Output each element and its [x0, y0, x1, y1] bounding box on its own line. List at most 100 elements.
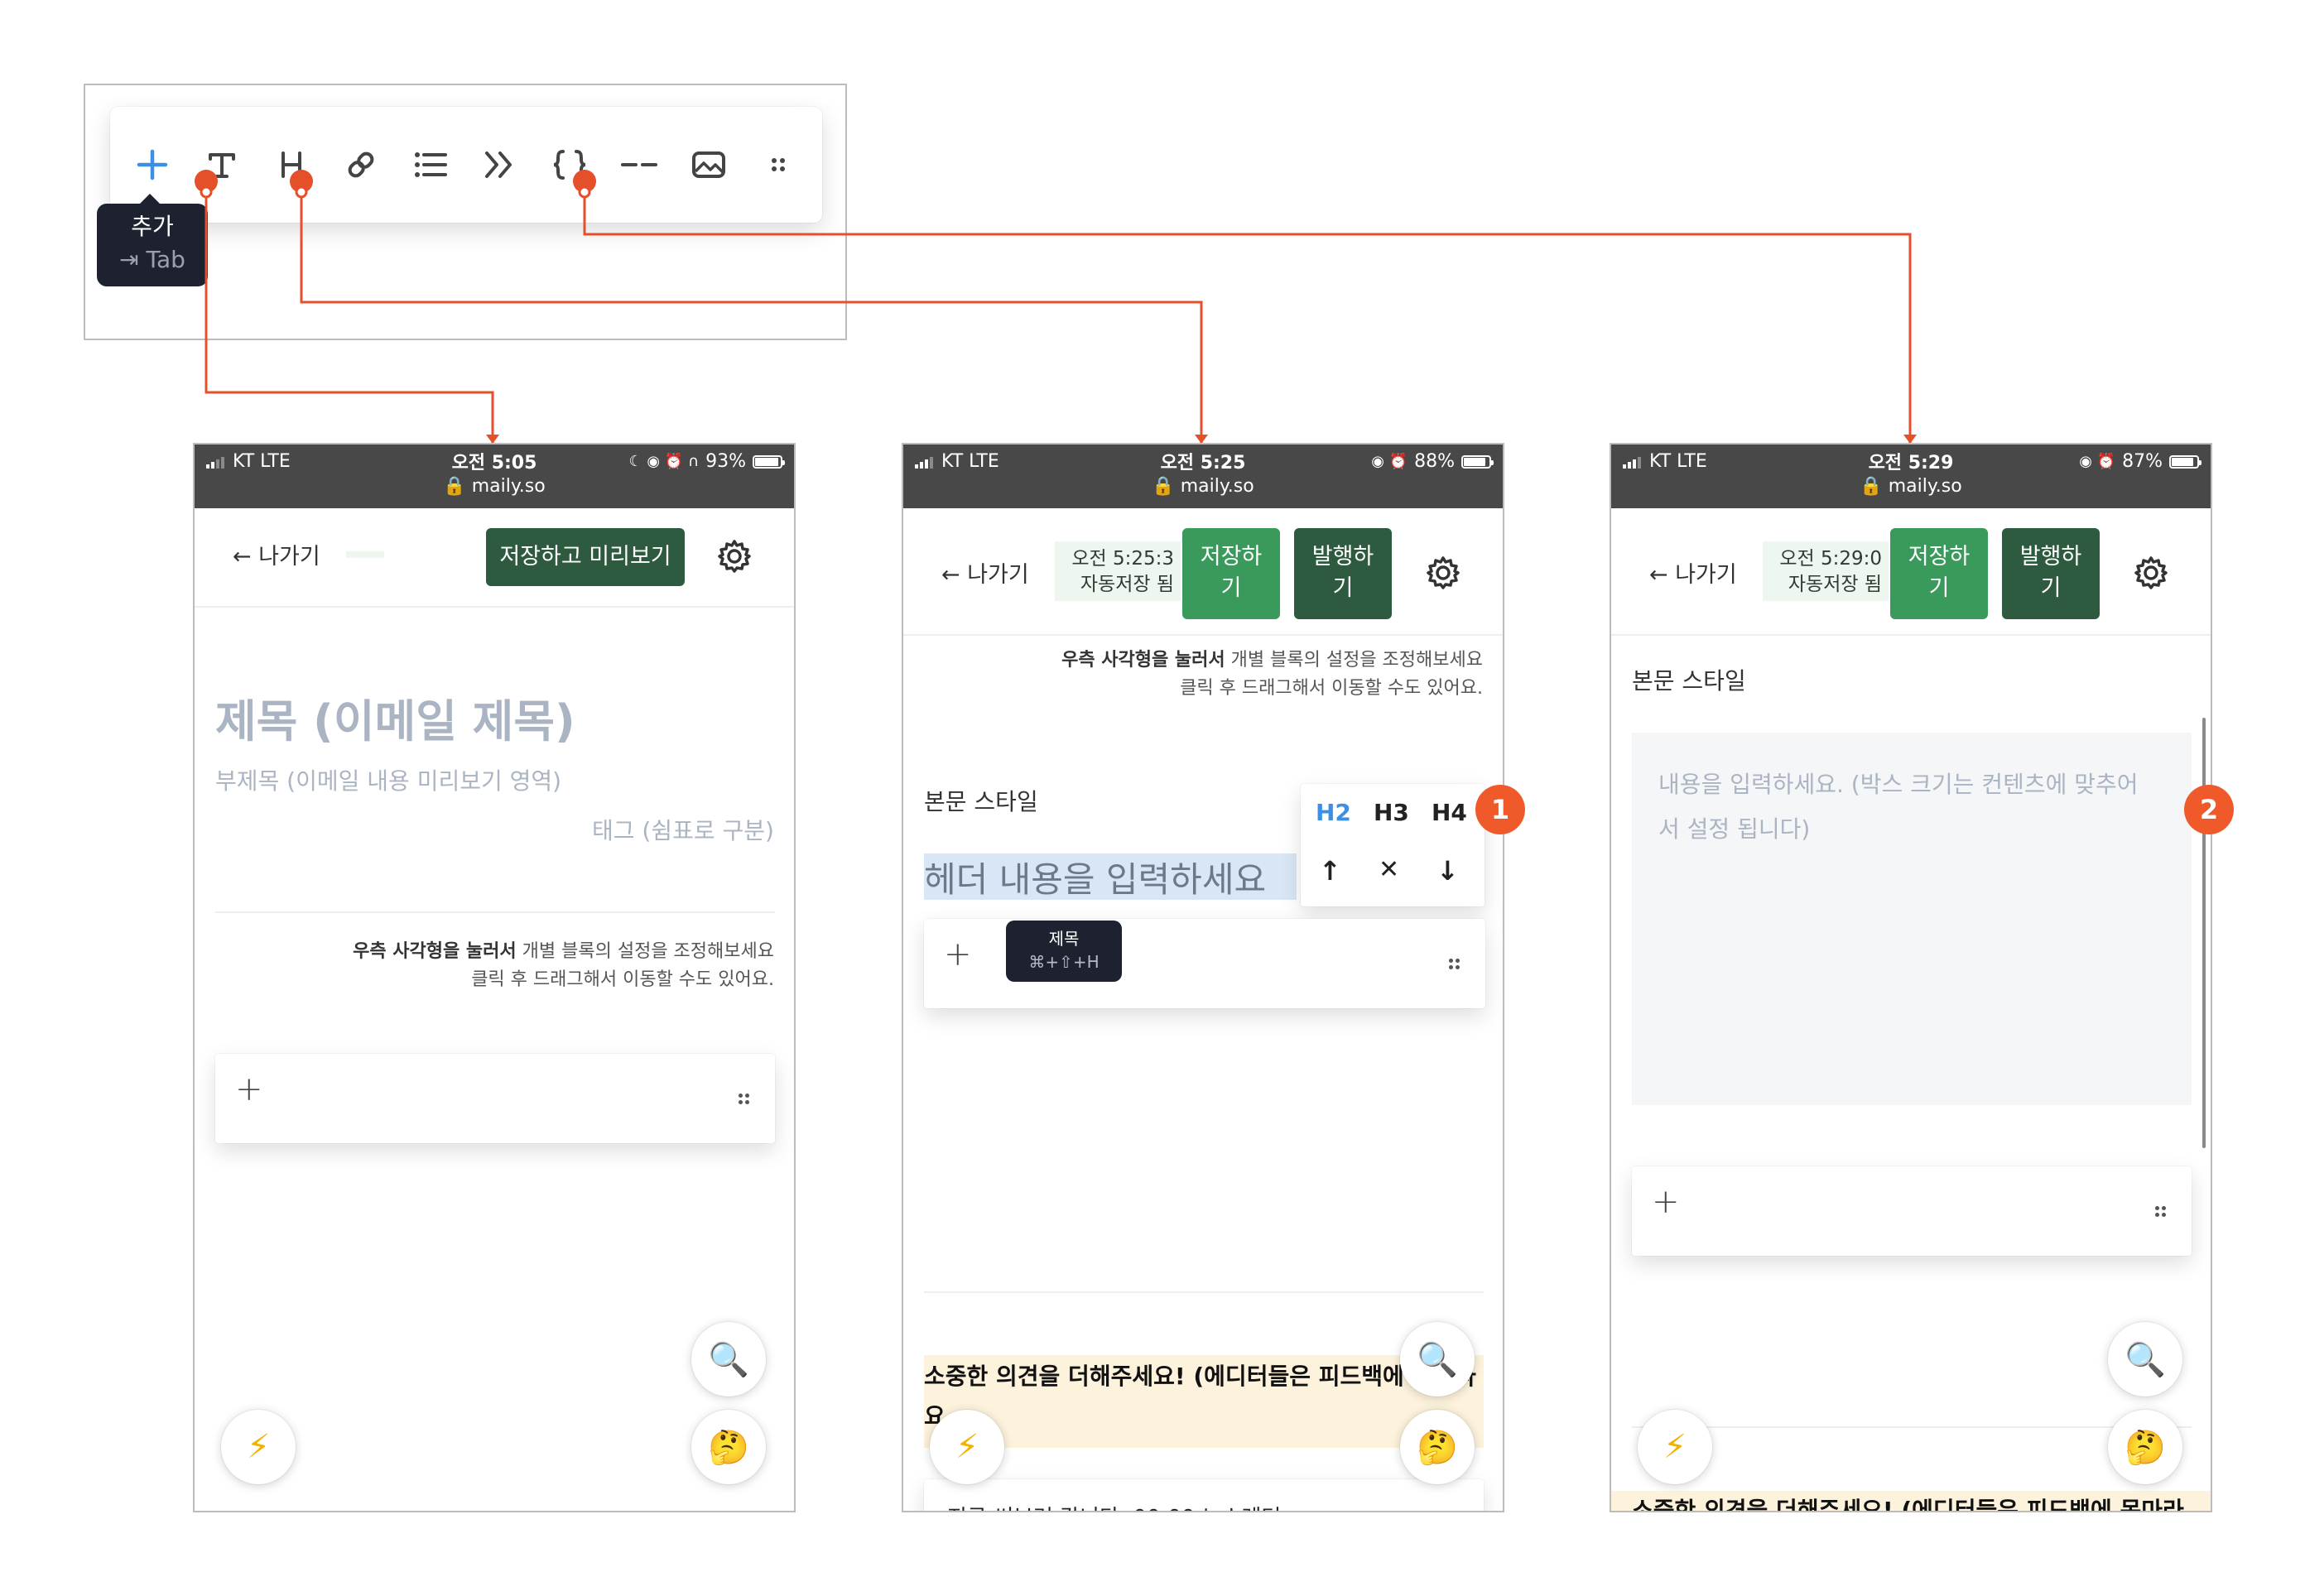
code-icon[interactable] [540, 130, 599, 200]
h4-option[interactable]: H4 [1432, 799, 1467, 826]
status-icons: ☾ ◉ ⏰ ∩ [628, 453, 700, 470]
autosave-indicator: 오전 5:25:3 자동저장 됨 [1055, 541, 1181, 601]
scrollbar[interactable] [2202, 718, 2206, 1148]
quick-action-button[interactable]: ⚡ [221, 1410, 296, 1484]
gear-icon[interactable] [2133, 555, 2169, 591]
heading-icon[interactable] [262, 130, 321, 200]
battery-percent: 87% [2122, 451, 2163, 472]
battery-icon [1461, 454, 1494, 469]
magnifier-icon: 🔍 [2125, 1340, 2166, 1379]
quick-action-button[interactable]: ⚡ [1638, 1410, 1712, 1484]
status-url: 🔒 maily.so [1860, 476, 1962, 497]
close-icon[interactable]: ✕ [1379, 855, 1399, 884]
section-style-label: 본문 스타일 [1632, 667, 1746, 695]
add-tooltip: 추가 ⇥ Tab [97, 194, 208, 286]
plus-icon[interactable]: + [1652, 1183, 1680, 1221]
quote-icon[interactable] [470, 130, 530, 200]
callout-badge-2: 2 [2184, 785, 2234, 834]
phone-screen-2: KT LTE 오전 5:25 🔒 maily.so ◉ ⏰ 88% ← 나가기 오… [902, 443, 1504, 1512]
title-input[interactable]: 제목 (이메일 제목) [215, 685, 575, 750]
publish-button[interactable]: 발행하 기 [2002, 528, 2100, 619]
exit-button[interactable]: ← 나가기 [941, 556, 1029, 589]
heading-tooltip: 제목 ⌘+⇧+H [1006, 921, 1122, 982]
plus-icon[interactable]: + [235, 1070, 263, 1108]
lightning-icon: ⚡ [1663, 1428, 1687, 1466]
text-icon[interactable] [192, 130, 252, 200]
section-style-label: 본문 스타일 [924, 788, 1038, 815]
move-down-icon[interactable]: ↓ [1436, 855, 1459, 887]
plus-icon[interactable] [123, 130, 182, 200]
heading-level-menu: H2 H3 H4 ↑ ✕ ↓ [1301, 784, 1485, 906]
editor-header: ← 나가기 저장하고 미리보기 [195, 508, 794, 608]
magnifier-icon: 🔍 [1417, 1340, 1458, 1379]
thinking-face-icon: 🤔 [2125, 1428, 2166, 1467]
empty-block[interactable]: + [1632, 1166, 2192, 1256]
search-button[interactable]: 🔍 [1400, 1322, 1475, 1396]
phone-screen-1: KT LTE 오전 5:05 🔒 maily.so ☾ ◉ ⏰ ∩ 93% ← 나… [193, 443, 796, 1512]
save-button[interactable]: 저장하 기 [1890, 528, 1988, 619]
content-block[interactable]: 지금 써보러 갑니다. 00:00 노스레터 [924, 1479, 1484, 1511]
save-button[interactable]: 저장하 기 [1182, 528, 1280, 619]
drag-handle-icon[interactable] [1449, 959, 1460, 970]
feedback-text: 소중한 의견을 더해주세요! (에디터들은 피드백에 목마라 [1632, 1497, 2184, 1512]
block-settings-hint: 우측 사각형을 눌러서 개별 블록의 설정을 조정해보세요 클릭 후 드래그해서 … [1061, 650, 1483, 699]
lightning-icon: ⚡ [246, 1428, 271, 1466]
h2-option[interactable]: H2 [1316, 799, 1351, 826]
status-icons: ◉ ⏰ [1371, 453, 1408, 470]
phone-screen-3: KT LTE 오전 5:29 🔒 maily.so ◉ ⏰ 87% ← 나가기 오… [1610, 443, 2212, 1512]
feedback-button[interactable]: 🤔 [1400, 1410, 1475, 1484]
list-icon[interactable] [401, 130, 460, 200]
tags-input[interactable]: 태그 (쉼표로 구분) [592, 813, 774, 846]
quick-action-button[interactable]: ⚡ [930, 1410, 1004, 1484]
exit-button[interactable]: ← 나가기 [233, 538, 320, 570]
move-up-icon[interactable]: ↑ [1319, 855, 1341, 887]
block-text: 지금 써보러 갑니다. 00:00 노스레터 [947, 1501, 1281, 1511]
magnifier-icon: 🔍 [708, 1340, 749, 1379]
thinking-face-icon: 🤔 [708, 1428, 749, 1467]
divider-icon[interactable] [609, 130, 669, 200]
drag-handle-icon[interactable] [748, 130, 808, 200]
feedback-text: 소중한 의견을 더해주세요! (에디터들은 피드백에 목마라 [924, 1363, 1476, 1390]
tooltip-title: 추가 [131, 213, 174, 240]
body-placeholder-line2: 서 설정 됩니다) [1658, 815, 1811, 843]
h3-option[interactable]: H3 [1374, 799, 1409, 826]
feedback-button[interactable]: 🤔 [691, 1410, 766, 1484]
publish-button[interactable]: 발행하 기 [1294, 528, 1392, 619]
search-button[interactable]: 🔍 [2108, 1322, 2182, 1396]
status-bar: KT LTE 오전 5:29 🔒 maily.so ◉ ⏰ 87% [1611, 445, 2211, 508]
status-bar: KT LTE 오전 5:05 🔒 maily.so ☾ ◉ ⏰ ∩ 93% [195, 445, 794, 508]
body-placeholder-line1: 내용을 입력하세요. (박스 크기는 컨텐츠에 맞추어 [1658, 771, 2139, 798]
link-icon[interactable] [331, 130, 391, 200]
status-icons: ◉ ⏰ [2079, 453, 2116, 470]
search-button[interactable]: 🔍 [691, 1322, 766, 1396]
gear-icon[interactable] [1425, 555, 1461, 591]
status-bar: KT LTE 오전 5:25 🔒 maily.so ◉ ⏰ 88% [903, 445, 1503, 508]
feedback-button[interactable]: 🤔 [2108, 1410, 2182, 1484]
drag-handle-icon[interactable] [739, 1094, 750, 1105]
divider [924, 1291, 1484, 1293]
autosave-indicator: 오전 5:29:0 자동저장 됨 [1763, 541, 1889, 601]
drag-handle-icon[interactable] [2155, 1206, 2167, 1218]
empty-block[interactable]: + [215, 1054, 775, 1143]
battery-percent: 88% [1414, 451, 1455, 472]
battery-percent: 93% [705, 451, 746, 472]
exit-button[interactable]: ← 나가기 [1649, 556, 1737, 589]
divider [1632, 1426, 2192, 1428]
battery-icon [753, 454, 785, 469]
block-settings-hint: 우측 사각형을 눌러서 개별 블록의 설정을 조정해보세요 클릭 후 드래그해서 … [353, 941, 774, 990]
thinking-face-icon: 🤔 [1417, 1428, 1458, 1467]
callout-badge-1: 1 [1475, 785, 1525, 834]
plus-icon[interactable]: + [944, 935, 972, 973]
image-icon[interactable] [679, 130, 739, 200]
heading-input[interactable]: 헤더 내용을 입력하세요 [924, 852, 1266, 902]
gear-icon[interactable] [716, 538, 753, 574]
autosave-indicator [346, 551, 384, 558]
subtitle-input[interactable]: 부제목 (이메일 내용 미리보기 영역) [215, 763, 561, 796]
divider [215, 911, 775, 913]
body-textarea[interactable]: 내용을 입력하세요. (박스 크기는 컨텐츠에 맞추어 서 설정 됩니다) [1632, 733, 2192, 1105]
editor-header: ← 나가기 오전 5:25:3 자동저장 됨 저장하 기 발행하 기 [903, 508, 1503, 636]
status-url: 🔒 maily.so [1152, 476, 1254, 497]
editor-header: ← 나가기 오전 5:29:0 자동저장 됨 저장하 기 발행하 기 [1611, 508, 2211, 636]
save-and-preview-button[interactable]: 저장하고 미리보기 [486, 528, 685, 586]
lightning-icon: ⚡ [955, 1428, 979, 1466]
